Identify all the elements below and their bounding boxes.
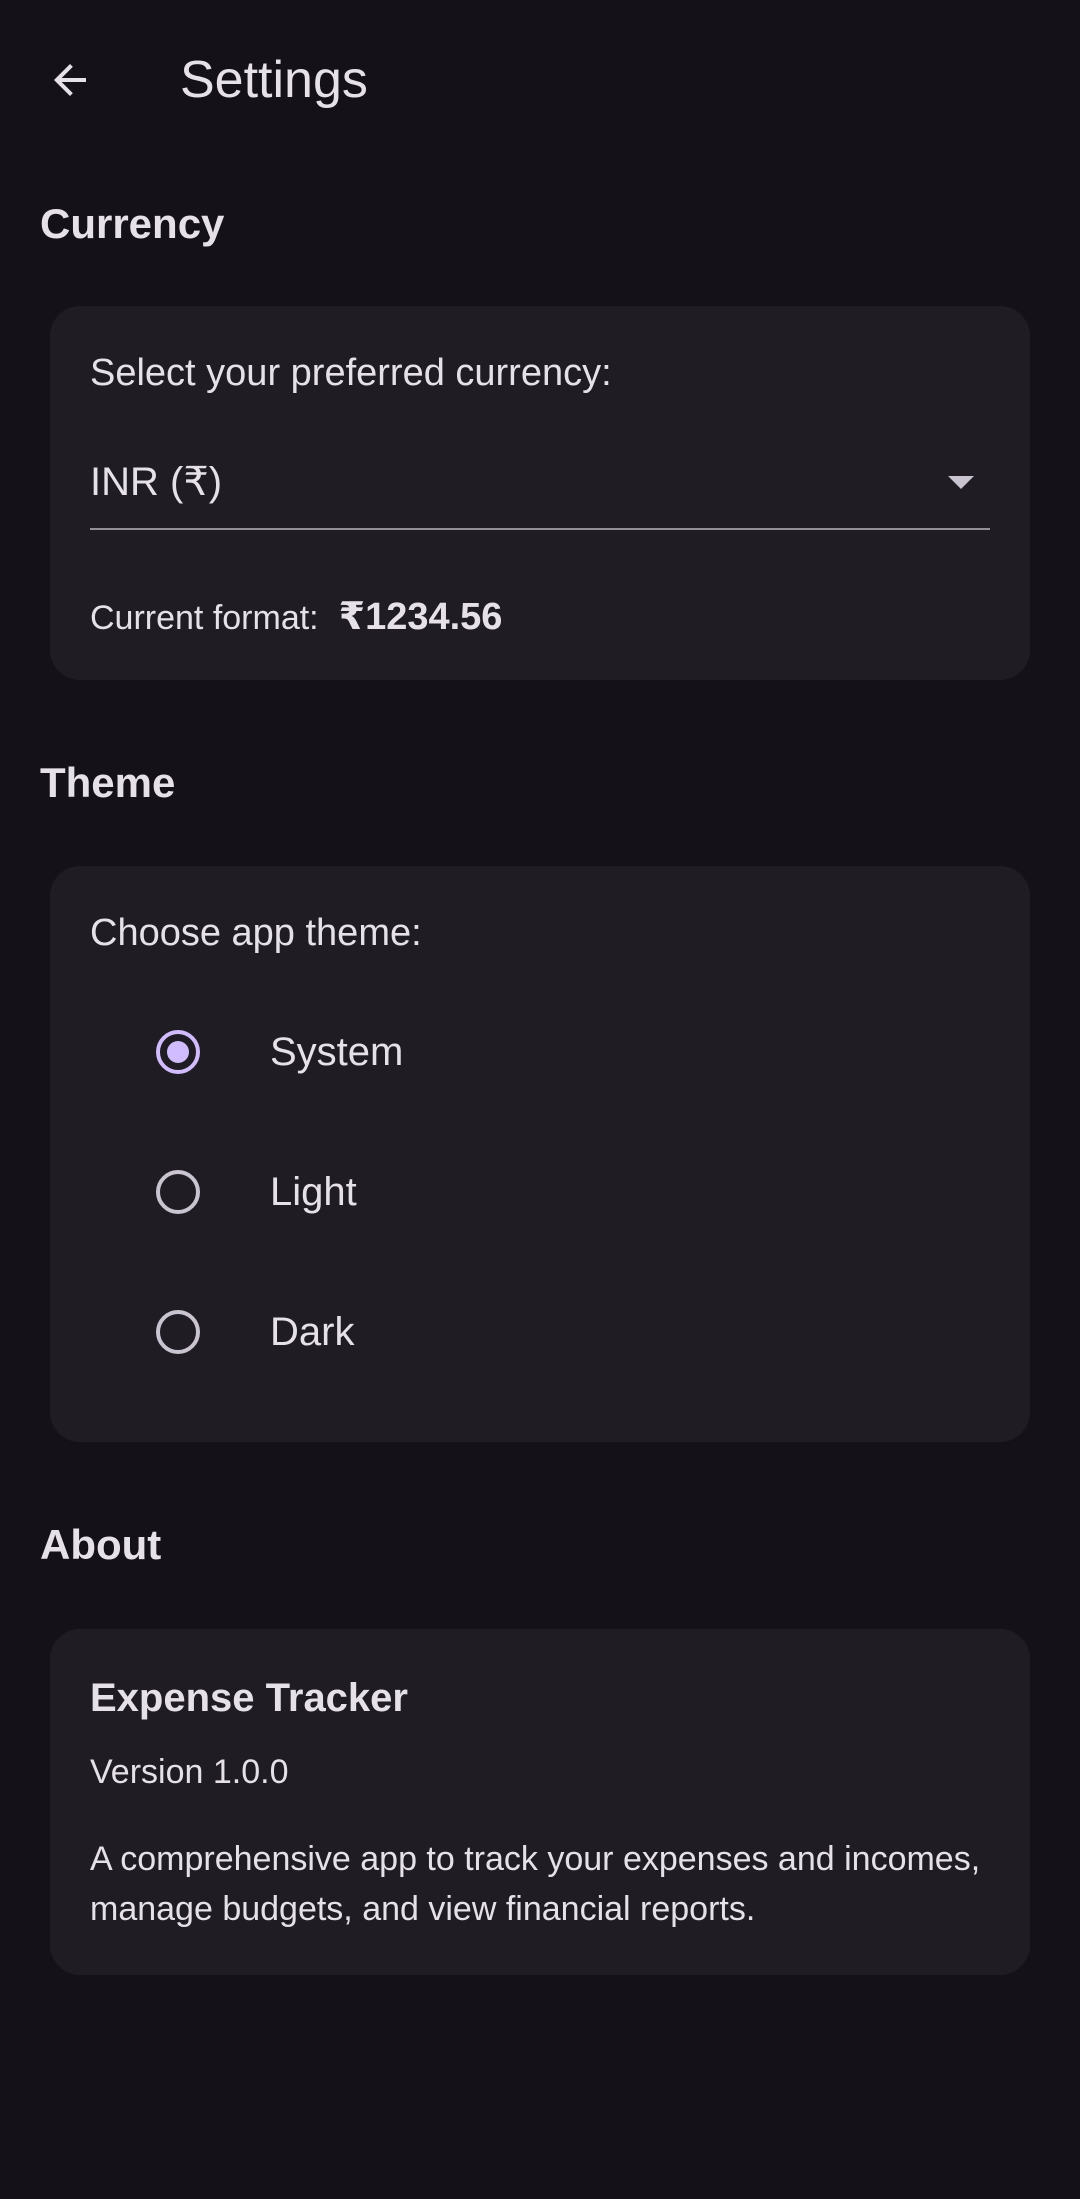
radio-unselected-icon[interactable]	[156, 1310, 200, 1354]
radio-unselected-icon[interactable]	[156, 1170, 200, 1214]
currency-format-row: Current format: ₹1234.56	[90, 591, 502, 643]
theme-option-dark[interactable]: Dark	[50, 1272, 1030, 1392]
about-description: A comprehensive app to track your expens…	[90, 1840, 981, 1928]
theme-card: Choose app theme: System Light Dark	[50, 866, 1030, 1442]
page-title: Settings	[180, 51, 368, 109]
theme-option-label: Dark	[270, 1310, 355, 1354]
theme-option-system[interactable]: System	[50, 992, 1030, 1112]
radio-selected-icon[interactable]	[156, 1030, 200, 1074]
theme-option-light[interactable]: Light	[50, 1132, 1030, 1252]
currency-selected-value: INR (₹)	[90, 460, 223, 504]
theme-section-header: Theme	[40, 759, 176, 806]
currency-card: Select your preferred currency: INR (₹) …	[50, 306, 1030, 680]
theme-prompt: Choose app theme:	[90, 912, 422, 954]
currency-prompt: Select your preferred currency:	[90, 352, 612, 394]
arrow-drop-down-icon	[948, 476, 974, 489]
theme-option-label: System	[270, 1030, 404, 1074]
currency-section-header: Currency	[40, 200, 225, 247]
format-label: Current format:	[90, 599, 319, 637]
theme-option-label: Light	[270, 1170, 357, 1214]
arrow-back-icon	[54, 64, 86, 96]
about-card: Expense Tracker Version 1.0.0 A comprehe…	[50, 1629, 1030, 1975]
about-version: Version 1.0.0	[90, 1753, 289, 1791]
about-app-name: Expense Tracker	[90, 1676, 408, 1720]
back-button[interactable]	[30, 40, 110, 120]
about-section-header: About	[40, 1521, 162, 1568]
currency-dropdown[interactable]: INR (₹)	[90, 446, 990, 530]
app-bar: Settings	[0, 0, 1080, 160]
format-value: ₹1234.56	[338, 596, 503, 638]
